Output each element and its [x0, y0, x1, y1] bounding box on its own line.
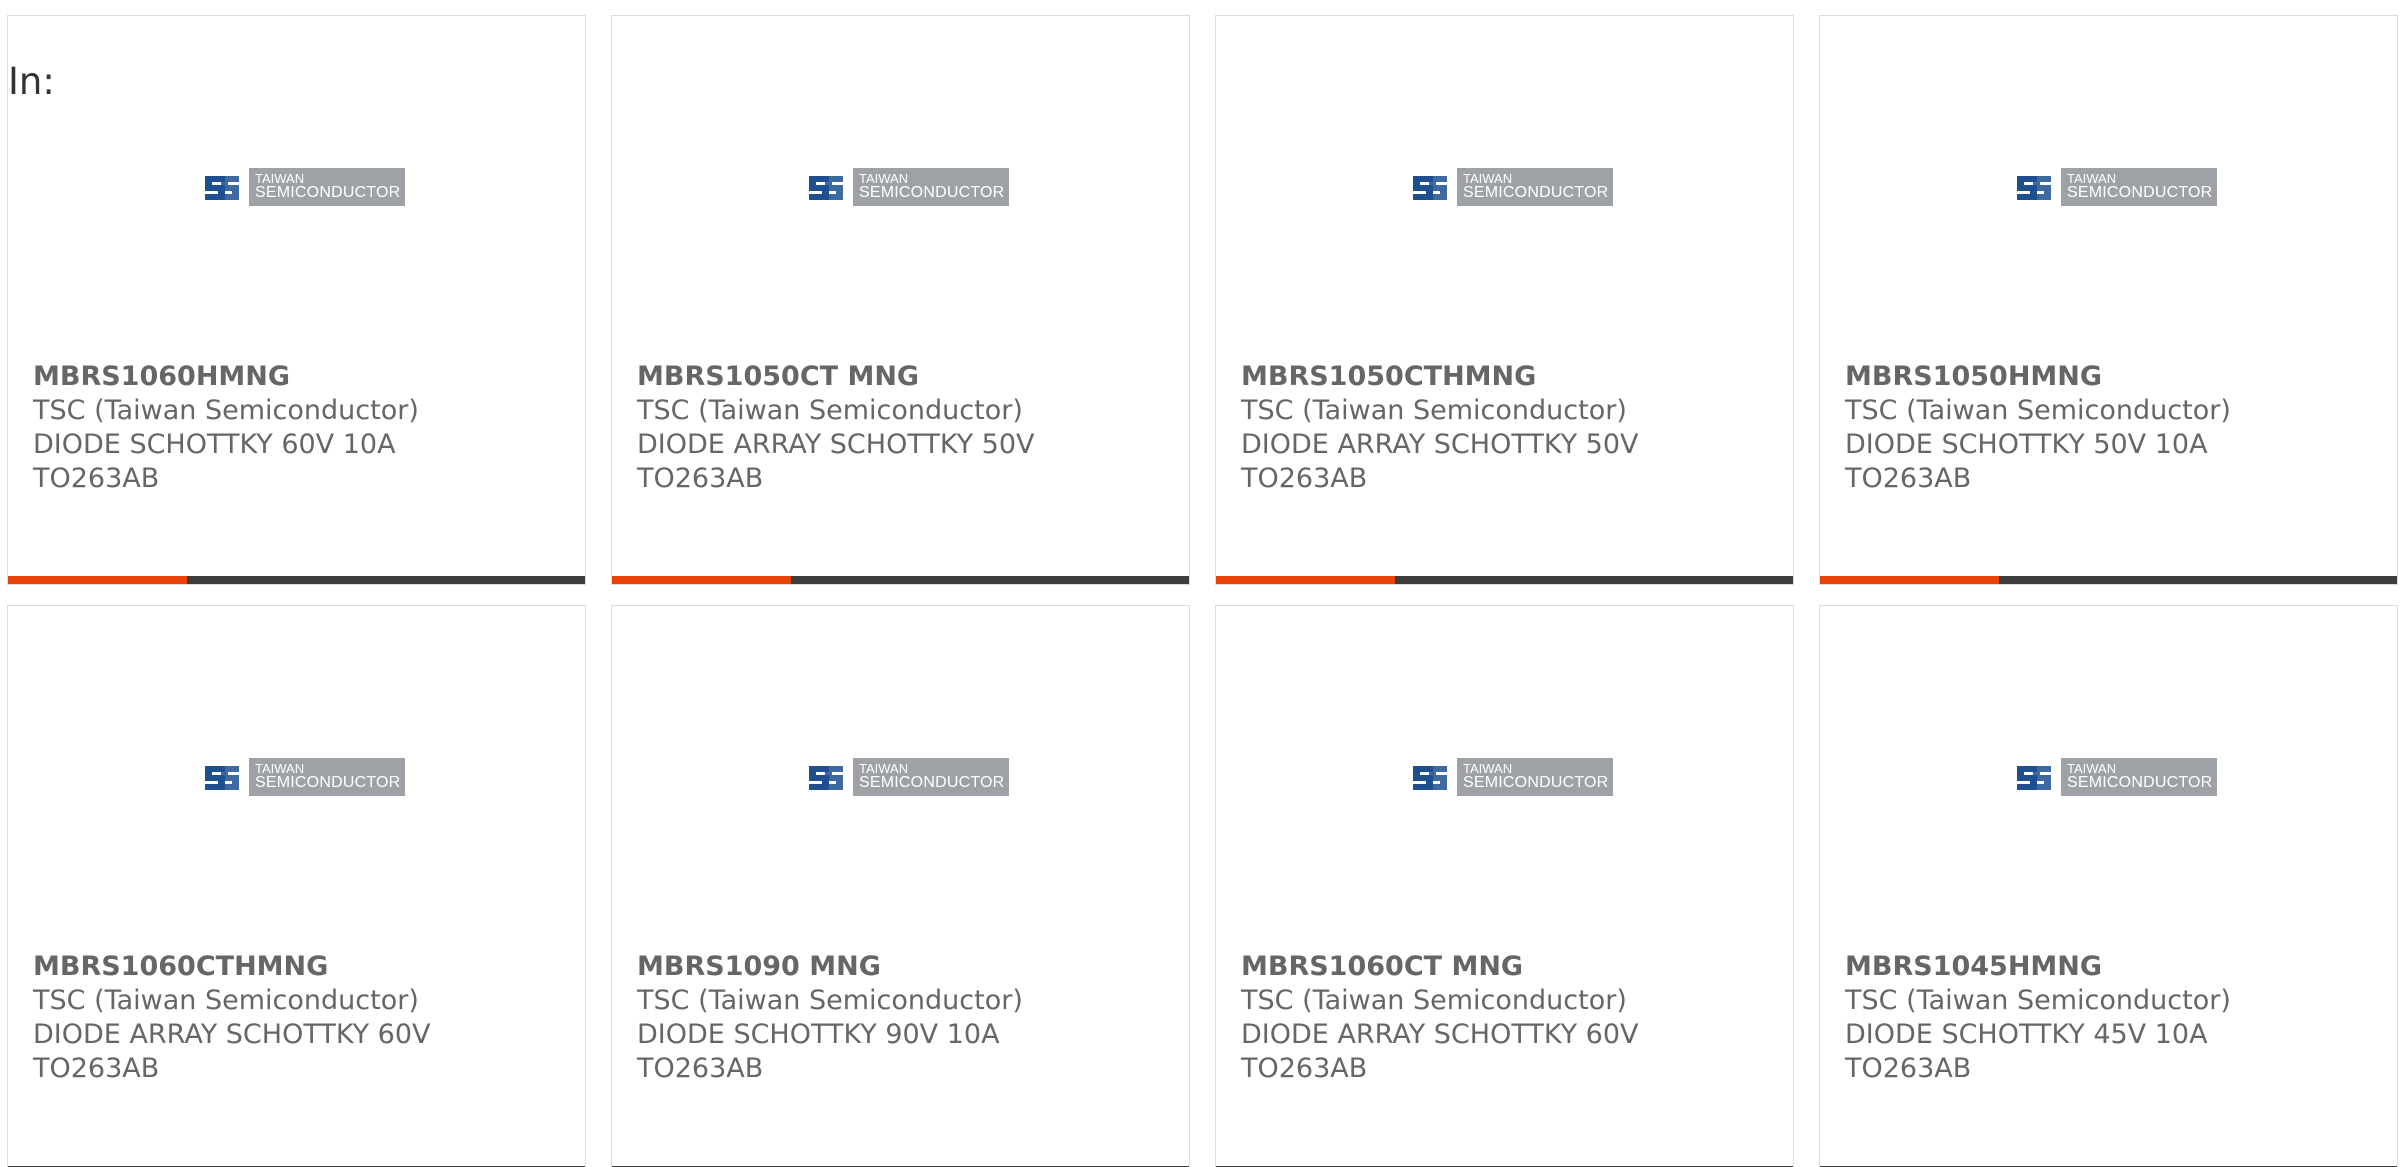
description: DIODE SCHOTTKY 45V 10A TO263AB: [1845, 1019, 2208, 1084]
part-number[interactable]: MBRS1060CTHMNG: [33, 950, 473, 984]
logo-plate: TAIWAN SEMICONDUCTOR: [853, 168, 1009, 206]
product-card[interactable]: TAIWAN SEMICONDUCTOR MBRS1050CTHMNG TSC …: [1215, 15, 1794, 585]
product-info: MBRS1060HMNG TSC (Taiwan Semiconductor) …: [33, 360, 473, 496]
product-card[interactable]: TAIWAN SEMICONDUCTOR MBRS1060CTHMNG TSC …: [7, 605, 586, 1167]
progress-bar: [612, 576, 1189, 584]
ts-logo-mark-icon: [2013, 760, 2055, 794]
product-info: MBRS1060CTHMNG TSC (Taiwan Semiconductor…: [33, 950, 473, 1086]
product-info: MBRS1050HMNG TSC (Taiwan Semiconductor) …: [1845, 360, 2285, 496]
progress-bar-fill: [1216, 576, 1395, 584]
product-info: MBRS1050CT MNG TSC (Taiwan Semiconductor…: [637, 360, 1077, 496]
logo-plate: TAIWAN SEMICONDUCTOR: [2061, 168, 2217, 206]
manufacturer: TSC (Taiwan Semiconductor): [1241, 395, 1627, 426]
ts-logo-mark-icon: [805, 760, 847, 794]
product-card[interactable]: In: TAIWAN SEMICONDUCTOR MBRS1060HMNG TS…: [7, 15, 586, 585]
part-number[interactable]: MBRS1050CTHMNG: [1241, 360, 1681, 394]
manufacturer: TSC (Taiwan Semiconductor): [637, 985, 1023, 1016]
manufacturer: TSC (Taiwan Semiconductor): [1845, 985, 2231, 1016]
description: DIODE ARRAY SCHOTTKY 50V TO263AB: [637, 429, 1035, 494]
taiwan-semiconductor-logo: TAIWAN SEMICONDUCTOR: [805, 166, 1009, 208]
progress-bar: [8, 576, 585, 584]
taiwan-semiconductor-logo: TAIWAN SEMICONDUCTOR: [2013, 166, 2217, 208]
part-number[interactable]: MBRS1050CT MNG: [637, 360, 1077, 394]
manufacturer: TSC (Taiwan Semiconductor): [33, 395, 419, 426]
description: DIODE SCHOTTKY 90V 10A TO263AB: [637, 1019, 1000, 1084]
part-number[interactable]: MBRS1090 MNG: [637, 950, 1077, 984]
description: DIODE SCHOTTKY 60V 10A TO263AB: [33, 429, 396, 494]
product-card[interactable]: TAIWAN SEMICONDUCTOR MBRS1045HMNG TSC (T…: [1819, 605, 2398, 1167]
logo-plate: TAIWAN SEMICONDUCTOR: [1457, 168, 1613, 206]
ts-logo-mark-icon: [1409, 760, 1451, 794]
progress-bar-fill: [612, 576, 791, 584]
logo-plate: TAIWAN SEMICONDUCTOR: [249, 758, 405, 796]
product-listing-page: In: TAIWAN SEMICONDUCTOR MBRS1060HMNG TS…: [0, 0, 2400, 1167]
part-number[interactable]: MBRS1060HMNG: [33, 360, 473, 394]
section-label: In:: [8, 60, 55, 103]
part-number[interactable]: MBRS1060CT MNG: [1241, 950, 1681, 984]
product-info: MBRS1050CTHMNG TSC (Taiwan Semiconductor…: [1241, 360, 1681, 496]
ts-logo-mark-icon: [201, 760, 243, 794]
progress-bar-fill: [1820, 576, 1999, 584]
taiwan-semiconductor-logo: TAIWAN SEMICONDUCTOR: [1409, 166, 1613, 208]
taiwan-semiconductor-logo: TAIWAN SEMICONDUCTOR: [201, 166, 405, 208]
product-card[interactable]: TAIWAN SEMICONDUCTOR MBRS1060CT MNG TSC …: [1215, 605, 1794, 1167]
taiwan-semiconductor-logo: TAIWAN SEMICONDUCTOR: [805, 756, 1009, 798]
ts-logo-mark-icon: [201, 170, 243, 204]
ts-logo-mark-icon: [805, 170, 847, 204]
ts-logo-mark-icon: [2013, 170, 2055, 204]
product-card[interactable]: TAIWAN SEMICONDUCTOR MBRS1050HMNG TSC (T…: [1819, 15, 2398, 585]
logo-plate: TAIWAN SEMICONDUCTOR: [2061, 758, 2217, 796]
manufacturer: TSC (Taiwan Semiconductor): [1845, 395, 2231, 426]
description: DIODE SCHOTTKY 50V 10A TO263AB: [1845, 429, 2208, 494]
description: DIODE ARRAY SCHOTTKY 60V TO263AB: [33, 1019, 431, 1084]
progress-bar: [1216, 576, 1793, 584]
description: DIODE ARRAY SCHOTTKY 50V TO263AB: [1241, 429, 1639, 494]
logo-plate: TAIWAN SEMICONDUCTOR: [1457, 758, 1613, 796]
product-card[interactable]: TAIWAN SEMICONDUCTOR MBRS1090 MNG TSC (T…: [611, 605, 1190, 1167]
taiwan-semiconductor-logo: TAIWAN SEMICONDUCTOR: [2013, 756, 2217, 798]
product-info: MBRS1090 MNG TSC (Taiwan Semiconductor) …: [637, 950, 1077, 1086]
part-number[interactable]: MBRS1045HMNG: [1845, 950, 2285, 984]
product-grid: In: TAIWAN SEMICONDUCTOR MBRS1060HMNG TS…: [7, 15, 2398, 1167]
manufacturer: TSC (Taiwan Semiconductor): [1241, 985, 1627, 1016]
part-number[interactable]: MBRS1050HMNG: [1845, 360, 2285, 394]
logo-plate: TAIWAN SEMICONDUCTOR: [249, 168, 405, 206]
logo-plate: TAIWAN SEMICONDUCTOR: [853, 758, 1009, 796]
description: DIODE ARRAY SCHOTTKY 60V TO263AB: [1241, 1019, 1639, 1084]
taiwan-semiconductor-logo: TAIWAN SEMICONDUCTOR: [201, 756, 405, 798]
product-info: MBRS1060CT MNG TSC (Taiwan Semiconductor…: [1241, 950, 1681, 1086]
progress-bar: [1820, 576, 2397, 584]
product-card[interactable]: TAIWAN SEMICONDUCTOR MBRS1050CT MNG TSC …: [611, 15, 1190, 585]
product-info: MBRS1045HMNG TSC (Taiwan Semiconductor) …: [1845, 950, 2285, 1086]
manufacturer: TSC (Taiwan Semiconductor): [33, 985, 419, 1016]
taiwan-semiconductor-logo: TAIWAN SEMICONDUCTOR: [1409, 756, 1613, 798]
ts-logo-mark-icon: [1409, 170, 1451, 204]
manufacturer: TSC (Taiwan Semiconductor): [637, 395, 1023, 426]
progress-bar-fill: [8, 576, 187, 584]
